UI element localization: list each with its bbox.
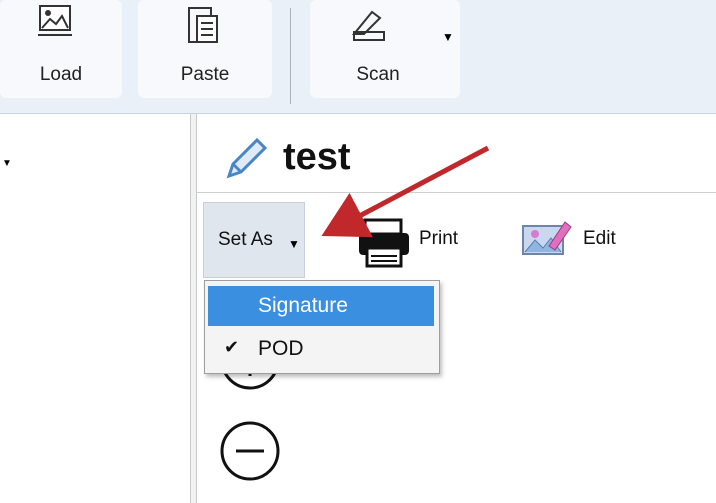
menu-item-label: POD bbox=[258, 337, 304, 360]
paste-button[interactable]: Paste bbox=[138, 0, 272, 98]
scan-button[interactable]: ▼ Scan bbox=[310, 0, 460, 98]
edit-image-icon bbox=[522, 221, 572, 255]
printer-icon bbox=[359, 218, 409, 268]
zoom-out-icon[interactable] bbox=[215, 416, 285, 486]
image-load-icon bbox=[38, 5, 72, 36]
scanner-icon bbox=[351, 10, 385, 41]
ribbon: Load Paste ▼ Scan bbox=[0, 0, 716, 114]
pencil-icon bbox=[226, 137, 268, 179]
left-pane: ▼ bbox=[0, 114, 191, 503]
document-title-bar: test bbox=[197, 124, 716, 194]
menu-item-pod[interactable]: ✔ POD bbox=[208, 329, 434, 369]
menu-item-label: Signature bbox=[258, 294, 348, 317]
set-as-dropdown-menu: Signature ✔ POD bbox=[204, 280, 440, 374]
set-as-button[interactable]: Set As ▼ bbox=[203, 202, 305, 278]
load-button[interactable]: Load bbox=[0, 0, 122, 98]
checkmark-icon: ✔ bbox=[224, 337, 240, 357]
set-as-label: Set As bbox=[218, 229, 273, 250]
left-pane-dropdown-arrow[interactable]: ▼ bbox=[2, 158, 12, 169]
scan-dropdown-arrow[interactable]: ▼ bbox=[442, 30, 454, 44]
clipboard-paste-icon bbox=[188, 7, 218, 43]
print-button[interactable]: Print bbox=[419, 228, 458, 250]
document-toolbar: Set As ▼ Print Edit bbox=[197, 196, 716, 286]
load-label: Load bbox=[39, 64, 83, 85]
ribbon-separator bbox=[290, 8, 291, 104]
document-title: test bbox=[283, 136, 351, 178]
menu-item-signature[interactable]: Signature bbox=[208, 286, 434, 326]
edit-button[interactable]: Edit bbox=[583, 228, 616, 250]
set-as-dropdown-arrow[interactable]: ▼ bbox=[288, 237, 300, 251]
scan-label: Scan bbox=[356, 64, 400, 85]
paste-label: Paste bbox=[180, 64, 230, 85]
title-divider bbox=[197, 192, 716, 193]
